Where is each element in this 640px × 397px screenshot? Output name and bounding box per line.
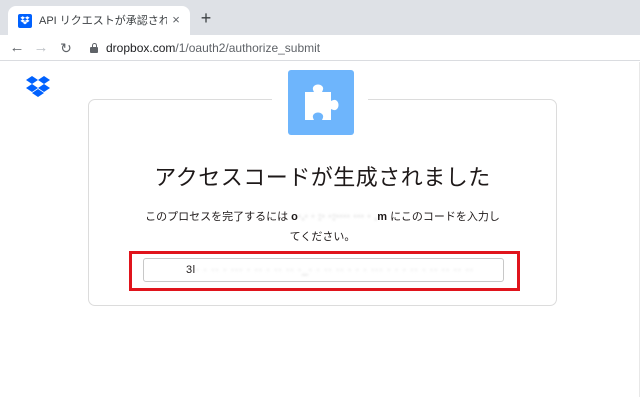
app-name-end: m	[377, 211, 388, 223]
code-start: 3l	[186, 264, 196, 276]
back-button[interactable]: ←	[7, 38, 27, 58]
tab-title: API リクエストが承認されました - Dropbox	[39, 14, 167, 27]
browser-tab[interactable]: API リクエストが承認されました - Dropbox ×	[8, 6, 190, 35]
app-name-redacted: ·.· · :· ·:···· ··· · .	[297, 211, 378, 223]
instruction-text: このプロセスを完了するには o·.· · :· ·:···· ··· · .m …	[145, 207, 500, 247]
dropbox-favicon-icon	[18, 13, 32, 28]
puzzle-piece-icon	[288, 70, 354, 135]
instruction-before: このプロセスを完了するには	[145, 211, 292, 223]
app-name-start: o	[291, 211, 298, 223]
new-tab-button[interactable]: +	[197, 9, 215, 28]
forward-button[interactable]: →	[31, 38, 51, 58]
code-redacted: · · ·· · ··· · ·· · ·· ·· ·_· · ·· ·· · …	[195, 264, 474, 276]
lock-icon[interactable]	[90, 43, 98, 53]
tab-close-icon[interactable]: ×	[170, 13, 182, 26]
tab-strip: API リクエストが承認されました - Dropbox × +	[0, 0, 640, 35]
address-bar[interactable]: dropbox.com/1/oauth2/authorize_submit	[106, 41, 320, 55]
url-path: /1/oauth2/authorize_submit	[175, 41, 321, 55]
reload-button[interactable]: ↻	[56, 38, 76, 58]
dropbox-logo-icon[interactable]	[25, 76, 51, 98]
page-title: アクセスコードが生成されました	[154, 165, 491, 190]
access-code-field[interactable]: 3l· · ·· · ··· · ·· · ·· ·· ·_· · ·· ·· …	[143, 258, 504, 282]
app-icon-container	[272, 70, 368, 140]
browser-toolbar: ← → ↻ dropbox.com/1/oauth2/authorize_sub…	[0, 35, 640, 61]
url-host: dropbox.com	[106, 41, 176, 55]
app-name: o·.· · :· ·:···· ··· · .m	[291, 211, 387, 223]
